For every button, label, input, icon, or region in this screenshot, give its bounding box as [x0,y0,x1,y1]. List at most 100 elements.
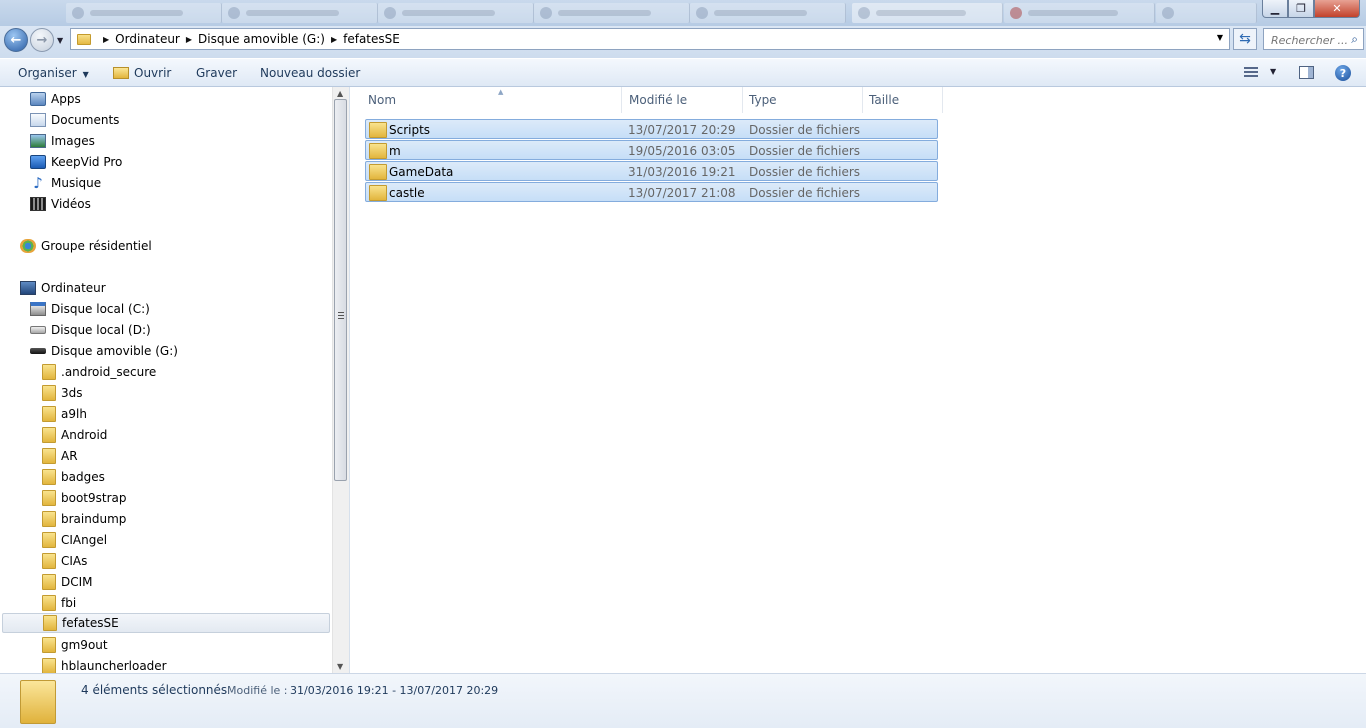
folder-icon [42,574,56,590]
file-type: Dossier de fichiers [749,186,861,200]
nav-item-documents[interactable]: Documents [30,110,119,130]
column-header-type[interactable]: Type [743,87,863,113]
column-header-size[interactable]: Taille [863,87,943,113]
help-icon[interactable]: ? [1335,65,1351,81]
folder-icon [42,427,56,443]
view-options-icon[interactable] [1244,67,1258,78]
folder-icon [42,532,56,548]
file-row[interactable]: GameData 31/03/2016 19:21 Dossier de fic… [365,161,938,181]
new-folder-button[interactable]: Nouveau dossier [260,66,360,80]
nav-item-videos[interactable]: Vidéos [30,194,91,214]
nav-item-homegroup[interactable]: Groupe résidentiel [20,236,152,256]
file-type: Dossier de fichiers [749,144,861,158]
local-disk-icon [30,326,46,334]
nav-folder-item[interactable]: AR [40,446,78,466]
nav-item-label: fefatesSE [62,616,119,630]
folder-icon [77,33,91,45]
nav-item-apps[interactable]: Apps [30,89,81,109]
navigation-pane: Apps Documents Images KeepVid Pro ♪ Musiq… [0,87,350,673]
nav-item-computer[interactable]: Ordinateur [20,278,106,298]
nav-folder-item[interactable]: boot9strap [40,488,127,508]
search-input[interactable] [1264,29,1351,51]
nav-folder-item[interactable]: CIAs [40,551,87,571]
nav-folder-item[interactable]: Android [40,425,107,445]
nav-item-label: Disque local (D:) [51,323,151,337]
scroll-up-icon[interactable]: ▲ [337,89,343,98]
nav-folder-item[interactable]: .android_secure [40,362,156,382]
minimize-button[interactable]: ▁ [1262,0,1288,18]
burn-button[interactable]: Graver [196,66,237,80]
scroll-thumb[interactable] [334,99,347,481]
nav-item-label: Vidéos [51,197,91,211]
nav-item-keepvid[interactable]: KeepVid Pro [30,152,122,172]
nav-item-music[interactable]: ♪ Musique [30,173,101,193]
chevron-right-icon[interactable]: ▶ [103,35,109,44]
folder-icon [43,615,57,631]
nav-folder-item[interactable]: gm9out [40,635,108,655]
file-modified: 13/07/2017 21:08 [628,186,736,200]
nav-item-label: CIAngel [61,533,108,547]
nav-item-drive-c[interactable]: Disque local (C:) [30,299,150,319]
chevron-right-icon[interactable]: ▶ [186,35,192,44]
chevron-down-icon: ▼ [82,70,89,79]
close-button[interactable]: ✕ [1314,0,1360,18]
open-label: Ouvrir [134,66,172,80]
removable-drive-icon [30,348,46,354]
nav-item-label: fbi [61,596,77,610]
column-header-name[interactable]: Nom ▲ [362,87,622,113]
title-bar: ▁ ❐ ✕ [0,0,1366,26]
breadcrumb-drive[interactable]: Disque amovible (G:) [198,32,325,46]
nav-folder-item[interactable]: hblauncherloader [40,656,167,673]
nav-item-drive-d[interactable]: Disque local (D:) [30,320,151,340]
folder-icon [369,164,387,180]
refresh-icon: ⇆ [1239,31,1251,47]
folder-icon [42,637,56,653]
view-dropdown-icon[interactable]: ▼ [1270,67,1276,76]
nav-scrollbar[interactable]: ▲ ▼ [332,87,349,673]
history-dropdown-icon[interactable]: ▼ [57,36,63,45]
address-dropdown-icon[interactable]: ▼ [1217,33,1223,42]
nav-item-images[interactable]: Images [30,131,95,151]
nav-item-label: Apps [51,92,81,106]
preview-pane-icon[interactable] [1299,66,1314,79]
open-button[interactable]: Ouvrir [113,66,171,80]
search-icon[interactable]: ⌕ [1351,32,1358,47]
maximize-button[interactable]: ❐ [1288,0,1314,18]
file-row[interactable]: Scripts 13/07/2017 20:29 Dossier de fich… [365,119,938,139]
breadcrumb-current-folder[interactable]: fefatesSE [343,32,400,46]
nav-folder-item[interactable]: braindump [40,509,126,529]
nav-folder-item[interactable]: a9lh [40,404,87,424]
back-button[interactable]: ← [4,28,28,52]
forward-button[interactable]: → [30,28,54,52]
file-row[interactable]: castle 13/07/2017 21:08 Dossier de fichi… [365,182,938,202]
background-tab [378,3,534,23]
chevron-right-icon[interactable]: ▶ [331,35,337,44]
nav-folder-item[interactable]: DCIM [40,572,93,592]
command-bar: Organiser ▼ Ouvrir Graver Nouveau dossier… [0,58,1366,87]
organize-button[interactable]: Organiser ▼ [18,66,89,80]
folder-icon [42,448,56,464]
nav-item-label: 3ds [61,386,83,400]
nav-item-label: CIAs [61,554,88,568]
search-box[interactable]: ⌕ [1263,28,1364,51]
computer-icon [20,281,36,295]
nav-folder-item[interactable]: 3ds [40,383,83,403]
file-name: Scripts [389,123,431,137]
file-row[interactable]: m 19/05/2016 03:05 Dossier de fichiers [365,140,938,160]
nav-folder-item-selected[interactable]: fefatesSE [2,613,330,633]
breadcrumb-computer[interactable]: Ordinateur [115,32,180,46]
scroll-down-icon[interactable]: ▼ [337,662,343,671]
address-bar[interactable]: ▶ Ordinateur ▶ Disque amovible (G:) ▶ fe… [70,28,1230,50]
column-header-modified[interactable]: Modifié le [623,87,743,113]
nav-folder-item[interactable]: badges [40,467,105,487]
minimize-icon: ▁ [1270,2,1280,15]
column-label: Type [749,93,777,107]
nav-folder-item[interactable]: fbi [40,593,76,613]
background-tab [852,3,1003,23]
selection-count: 4 éléments sélectionnés [81,683,228,697]
folder-icon [42,364,56,380]
nav-item-drive-g[interactable]: Disque amovible (G:) [30,341,178,361]
nav-folder-item[interactable]: CIAngel [40,530,107,550]
nav-item-label: Groupe résidentiel [41,239,152,253]
refresh-button[interactable]: ⇆ [1233,28,1257,50]
